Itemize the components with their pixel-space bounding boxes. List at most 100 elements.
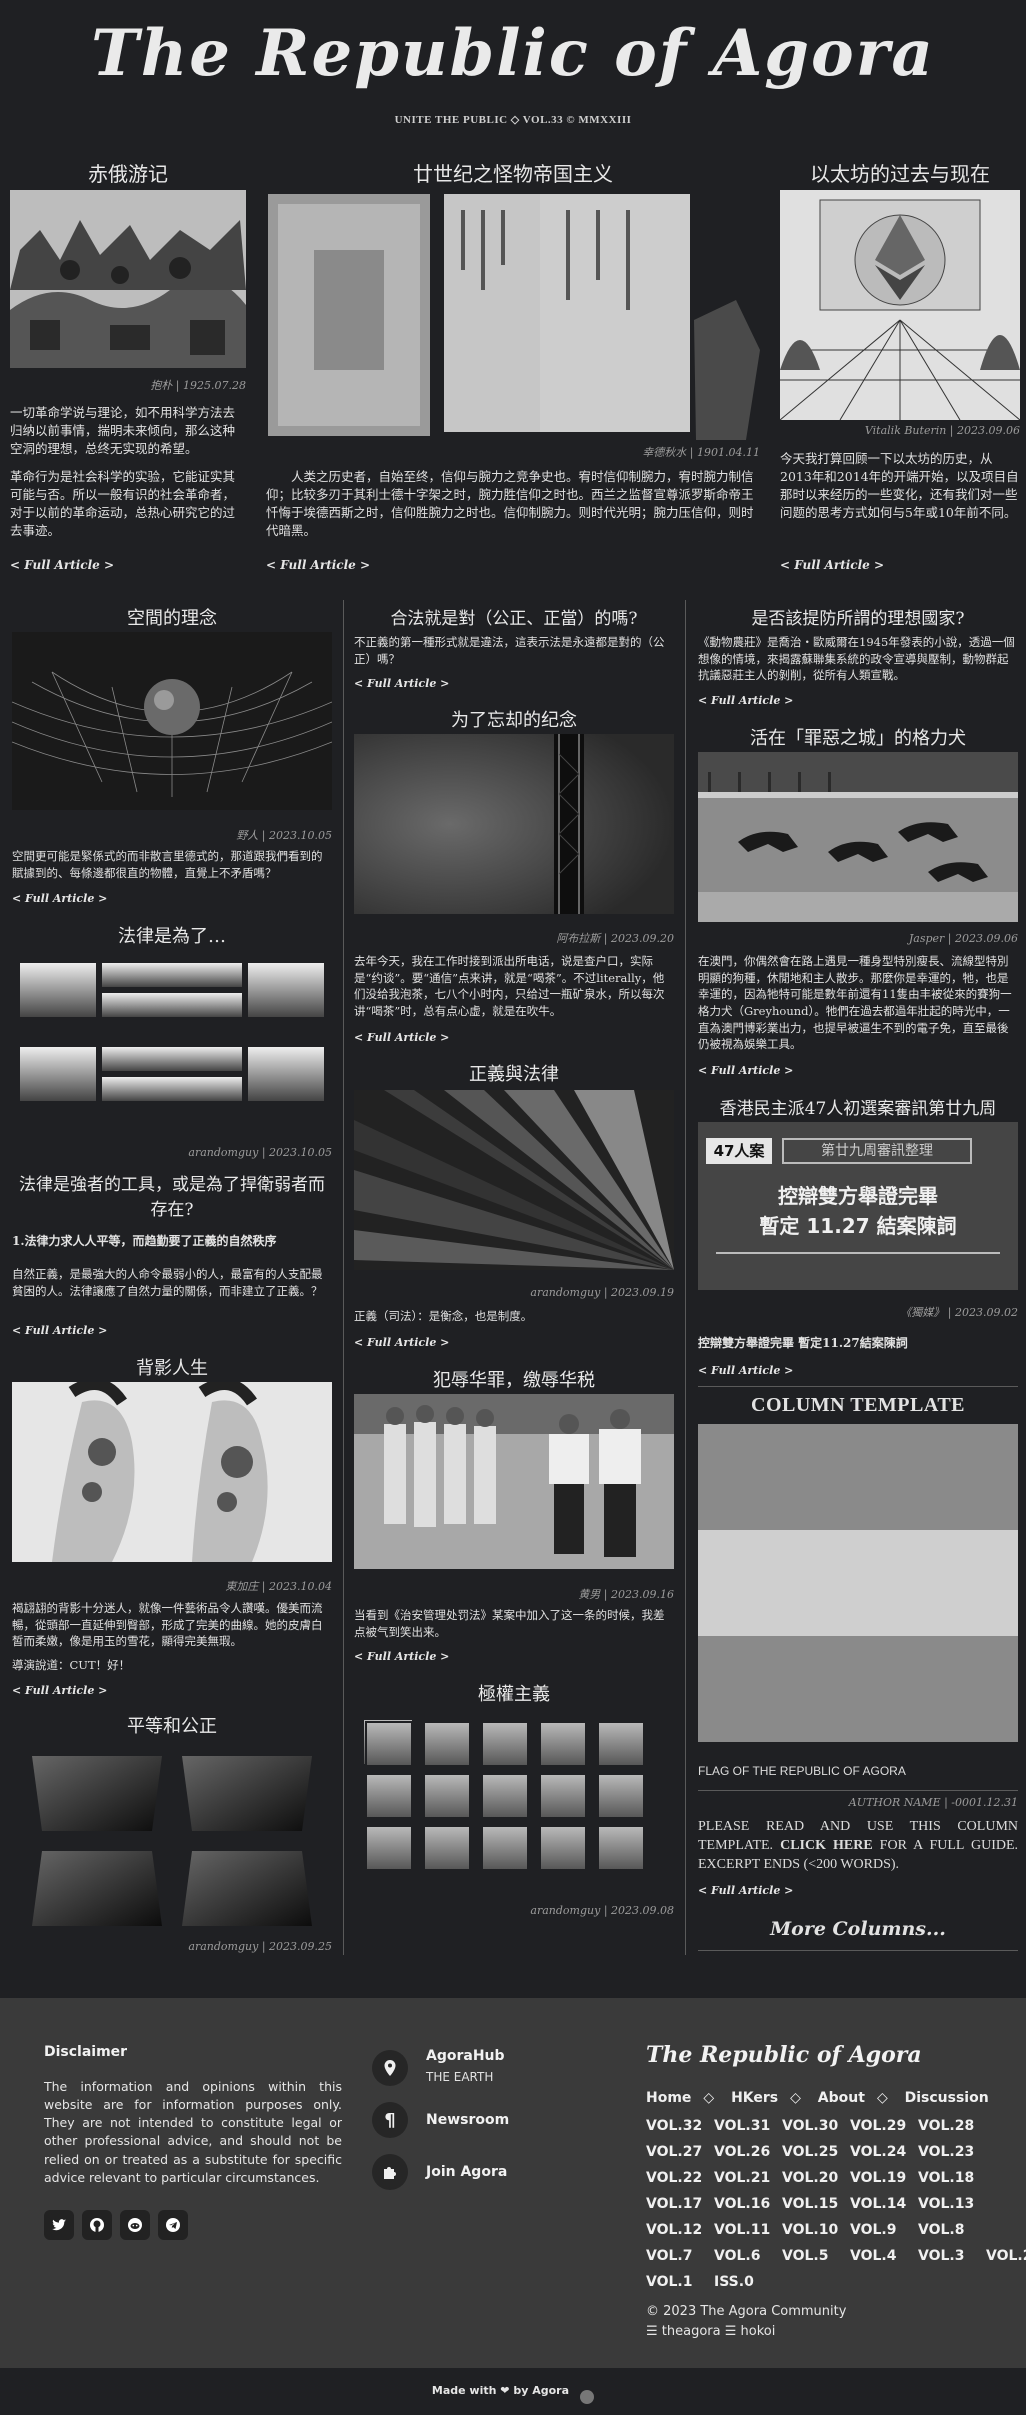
volume-link[interactable]: VOL.10 (782, 2222, 838, 2238)
click-here-link[interactable]: CLICK HERE (780, 1838, 873, 1853)
volume-link[interactable]: VOL.4 (850, 2248, 896, 2264)
nav-home[interactable]: Home (646, 2090, 691, 2106)
more-columns-link[interactable]: More Columns... (698, 1918, 1018, 1940)
volume-link[interactable]: VOL.14 (850, 2196, 906, 2212)
full-article-link[interactable]: < Full Article > (698, 1884, 793, 1897)
volume-link[interactable]: VOL.8 (918, 2222, 964, 2238)
github-icon[interactable] (82, 2210, 112, 2240)
volume-link[interactable]: VOL.23 (918, 2144, 974, 2160)
full-article-link[interactable]: < Full Article > (12, 892, 107, 905)
nav-hkers[interactable]: HKers (731, 2090, 778, 2106)
full-article-link[interactable]: < Full Article > (354, 1336, 449, 1349)
full-article-link[interactable]: < Full Article > (354, 677, 449, 690)
article-title[interactable]: 廿世纪之怪物帝国主义 (266, 158, 760, 187)
full-article-link[interactable]: < Full Article > (12, 1324, 107, 1337)
article-title[interactable]: 赤俄游记 (10, 158, 246, 187)
article-title[interactable]: 極權主義 (354, 1680, 674, 1706)
article-title[interactable]: 法律是強者的工具，或是為了捍衛弱者而存在? (12, 1170, 332, 1220)
volume-link[interactable]: VOL.25 (782, 2144, 838, 2160)
full-article-link[interactable]: < Full Article > (354, 1650, 449, 1663)
volume-link[interactable]: VOL.31 (714, 2118, 770, 2134)
volume-link[interactable]: VOL.21 (714, 2170, 770, 2186)
full-article-link[interactable]: < Full Article > (12, 1684, 107, 1697)
article-title[interactable]: 正義與法律 (354, 1060, 674, 1086)
volume-link[interactable]: VOL.26 (714, 2144, 770, 2160)
volume-link[interactable]: VOL.13 (918, 2196, 974, 2212)
article-image[interactable] (12, 1382, 332, 1562)
article-image[interactable] (12, 632, 332, 810)
full-article-link[interactable]: < Full Article > (266, 558, 370, 572)
flag-image (698, 1424, 1018, 1742)
footer-nav: Home ◇ HKers ◇ About ◇ Discussion (646, 2090, 1001, 2106)
full-article-link[interactable]: < Full Article > (354, 1031, 449, 1044)
volume-link[interactable]: VOL.28 (918, 2118, 974, 2134)
volume-link[interactable]: VOL.17 (646, 2196, 702, 2212)
full-article-link[interactable]: < Full Article > (780, 558, 884, 572)
article-image[interactable] (354, 1394, 674, 1569)
twitter-icon[interactable] (44, 2210, 74, 2240)
volume-link[interactable]: VOL.9 (850, 2222, 896, 2238)
pilcrow-icon[interactable]: ¶ (372, 2102, 408, 2138)
volume-link[interactable]: VOL.32 (646, 2118, 702, 2134)
volume-link[interactable]: VOL.12 (646, 2222, 702, 2238)
full-article-link[interactable]: < Full Article > (698, 694, 793, 707)
article-image[interactable] (354, 1710, 674, 1882)
article-title[interactable]: 是否該提防所謂的理想國家? (698, 604, 1018, 629)
article-image[interactable] (10, 190, 246, 368)
full-article-link[interactable]: < Full Article > (10, 558, 114, 572)
article-title[interactable]: 平等和公正 (12, 1712, 332, 1738)
volume-link[interactable]: VOL.30 (782, 2118, 838, 2134)
volume-link[interactable]: ISS.0 (714, 2274, 754, 2290)
article-title[interactable]: 活在「罪惡之城」的格力犬 (698, 724, 1018, 750)
footer-link-label[interactable]: AgoraHub (426, 2048, 505, 2064)
volume-link[interactable]: VOL.15 (782, 2196, 838, 2212)
template-title[interactable]: COLUMN TEMPLATE (698, 1394, 1018, 1417)
footer-link-label[interactable]: Newsroom (426, 2112, 509, 2128)
article-title[interactable]: 空間的理念 (12, 604, 332, 630)
volume-link[interactable]: VOL.7 (646, 2248, 692, 2264)
site-title[interactable]: The Republic of Agora (0, 0, 1026, 91)
article-image[interactable] (354, 734, 674, 914)
full-article-link[interactable]: < Full Article > (698, 1064, 793, 1077)
volume-link[interactable]: VOL.16 (714, 2196, 770, 2212)
nav-about[interactable]: About (818, 2090, 865, 2106)
image-header: 第廿九周審訊整理 (782, 1138, 972, 1164)
volume-link[interactable]: VOL.27 (646, 2144, 702, 2160)
article-title[interactable]: 犯辱华罪，缴辱华税 (354, 1366, 674, 1392)
article-title[interactable]: 香港民主派47人初選案審訊第廿九周 (698, 1094, 1018, 1119)
article-image[interactable] (22, 1746, 322, 1936)
footer-link-label[interactable]: Join Agora (426, 2164, 507, 2180)
volume-link[interactable]: VOL.3 (918, 2248, 964, 2264)
article-image[interactable] (698, 752, 1018, 922)
volume-link[interactable]: VOL.2 (986, 2248, 1026, 2264)
volume-link[interactable]: VOL.29 (850, 2118, 906, 2134)
article-image[interactable] (266, 190, 760, 440)
article-image[interactable]: 47人案 第廿九周審訊整理 控辯雙方舉證完畢 暫定 11.27 結案陳詞 (698, 1122, 1018, 1290)
byline: 幸德秋水 | 1901.04.11 (642, 446, 760, 459)
article-image[interactable] (354, 1090, 674, 1270)
article-title[interactable]: 合法就是對（公正、正當）的嗎? (354, 604, 674, 629)
volume-link[interactable]: VOL.1 (646, 2274, 692, 2290)
article-image[interactable] (780, 190, 1020, 420)
footer-brand[interactable]: The Republic of Agora (646, 2042, 922, 2068)
reddit-icon[interactable] (120, 2210, 150, 2240)
telegram-icon[interactable] (158, 2210, 188, 2240)
volume-link[interactable]: VOL.24 (850, 2144, 906, 2160)
volume-link[interactable]: VOL.19 (850, 2170, 906, 2186)
article-title[interactable]: 为了忘却的纪念 (354, 706, 674, 732)
full-article-link[interactable]: < Full Article > (698, 1364, 793, 1377)
excerpt: 導演說道：CUT！好！ (12, 1658, 131, 1672)
volume-link[interactable]: VOL.20 (782, 2170, 838, 2186)
puzzle-icon[interactable] (372, 2154, 408, 2190)
nav-discussion[interactable]: Discussion (905, 2090, 989, 2106)
volume-link[interactable]: VOL.11 (714, 2222, 770, 2238)
volume-link[interactable]: VOL.18 (918, 2170, 974, 2186)
article-title[interactable]: 以太坊的过去与现在 (780, 158, 1020, 187)
article-title[interactable]: 法律是為了… (12, 922, 332, 948)
article-image[interactable] (12, 955, 332, 1115)
volume-link[interactable]: VOL.22 (646, 2170, 702, 2186)
article-title[interactable]: 背影人生 (12, 1354, 332, 1380)
map-pin-icon[interactable] (372, 2050, 408, 2086)
volume-link[interactable]: VOL.5 (782, 2248, 828, 2264)
volume-link[interactable]: VOL.6 (714, 2248, 760, 2264)
